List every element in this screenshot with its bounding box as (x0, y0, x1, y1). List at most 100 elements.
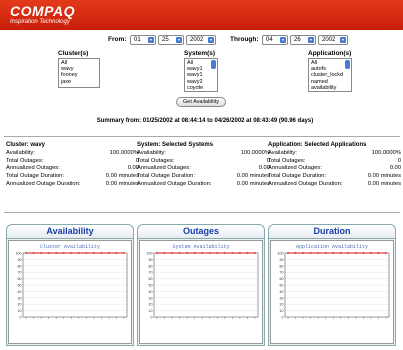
chevron-down-icon: ▾ (280, 37, 286, 43)
y-tick-label: 0 (20, 316, 22, 320)
y-tick-label: 60 (149, 277, 153, 281)
chevron-down-icon: ▾ (148, 37, 154, 43)
through-month-select[interactable]: 04 ▾ (262, 35, 288, 45)
stat-row: Total Outage Duration: 0.00 minutes (6, 173, 139, 180)
data-point (115, 252, 118, 254)
stats-title: System: Selected Systems (137, 142, 214, 148)
list-item[interactable]: jaxe (61, 79, 97, 85)
stat-row: Availability: 100.0000% (137, 150, 270, 156)
chevron-down-icon: ▾ (308, 37, 314, 43)
y-tick-label: 100 (16, 252, 22, 256)
header-banner: COMPAQ Inspiration Technology (0, 0, 403, 30)
tab-outages[interactable]: Outages (137, 224, 265, 238)
chevron-down-icon: ▾ (340, 37, 346, 43)
y-tick-label: 70 (18, 271, 22, 275)
cluster-label: Cluster(s) (58, 50, 89, 57)
divider (4, 136, 400, 137)
data-point (70, 252, 73, 254)
stat-row: Total Outages: 0 (137, 157, 270, 164)
through-year-select[interactable]: 2002 ▾ (318, 35, 348, 45)
data-point (254, 252, 256, 254)
list-item[interactable]: availability (311, 85, 349, 91)
data-point (123, 252, 125, 254)
y-tick-label: 20 (18, 303, 22, 307)
divider (4, 212, 400, 213)
y-tick-label: 30 (149, 296, 153, 300)
data-point (385, 252, 387, 254)
stat-row: Total Outages: 0 (6, 157, 139, 164)
y-tick-label: 10 (280, 309, 284, 313)
data-point (347, 252, 350, 254)
data-point (354, 252, 357, 254)
y-tick-label: 50 (149, 284, 153, 288)
application-listbox[interactable]: All autofs cluster_lockd named availabil… (308, 58, 352, 92)
stat-row: Total Outage Duration: 0.00 minutes (137, 173, 270, 180)
system-listbox[interactable]: All wavy1 wavy1 wavy2 coyote (184, 58, 218, 92)
y-tick-label: 30 (18, 296, 22, 300)
tab-availability[interactable]: Availability (6, 224, 134, 238)
data-point (287, 252, 289, 254)
data-point (40, 252, 42, 254)
stat-row: Total Outage Duration: 0.00 minutes (268, 173, 401, 180)
application-label: Application(s) (308, 50, 352, 57)
scrollbar[interactable] (345, 60, 350, 69)
y-tick-label: 50 (280, 284, 284, 288)
y-tick-label: 80 (149, 264, 153, 268)
stat-row: Annualized Outage Duration: 0.00 minutes (268, 180, 401, 187)
system-stats: System: Selected Systems Availability: 10… (137, 142, 270, 188)
y-tick-label: 0 (282, 316, 284, 320)
through-label: Through: (230, 36, 259, 43)
y-tick-label: 40 (18, 290, 22, 294)
stat-row: Annualized Outage Duration: 0.00 minutes (6, 180, 139, 187)
y-tick-label: 60 (18, 277, 22, 281)
data-point (25, 252, 27, 254)
data-point (324, 252, 327, 254)
stat-row: Annualized Outage Duration: 0.00 minutes (137, 180, 270, 187)
data-point (55, 252, 58, 254)
y-tick-label: 30 (280, 296, 284, 300)
data-point (216, 252, 219, 254)
y-tick-label: 90 (149, 258, 153, 262)
tab-duration[interactable]: Duration (268, 224, 396, 238)
scrollbar[interactable] (211, 60, 216, 69)
cluster-listbox[interactable]: All wavy fooney jaxe (58, 58, 100, 88)
y-tick-label: 90 (280, 258, 284, 262)
y-tick-label: 100 (278, 252, 284, 256)
data-point (201, 252, 204, 254)
chevron-down-icon: ▾ (176, 37, 182, 43)
brand-logo: COMPAQ (10, 3, 75, 19)
data-point (62, 252, 65, 254)
data-point (47, 252, 50, 254)
cluster-availability-chart: Cluster Availability 100 90 80 70 60 50 40 30 20 1… (8, 240, 132, 344)
y-tick-label: 70 (280, 271, 284, 275)
chart-title: System Availability (172, 244, 229, 250)
from-year-select[interactable]: 2002 ▾ (186, 35, 216, 45)
chart-svg: System Availability100908070605040302010… (147, 244, 259, 320)
data-point (163, 252, 166, 254)
data-point (156, 252, 158, 254)
chart-title: Application Availability (296, 244, 368, 250)
chart-svg: Application Availability1009080706050403… (278, 244, 390, 320)
data-point (309, 252, 312, 254)
data-point (246, 252, 249, 254)
get-availability-button[interactable]: Get Availability (176, 97, 226, 107)
y-tick-label: 40 (280, 290, 284, 294)
through-day-select[interactable]: 26 ▾ (290, 35, 316, 45)
from-label: From: (108, 36, 127, 43)
brand-tagline: Inspiration Technology (10, 19, 70, 25)
data-point (302, 252, 304, 254)
data-point (85, 252, 88, 254)
y-tick-label: 40 (149, 290, 153, 294)
list-item[interactable]: coyote (187, 85, 215, 91)
data-point (186, 252, 189, 254)
data-point (377, 252, 380, 254)
data-point (32, 252, 35, 254)
data-point (239, 252, 241, 254)
from-day-select[interactable]: 25 ▾ (158, 35, 184, 45)
stat-row: Availability: 100.0000% (268, 150, 401, 156)
chart-title: Cluster Availability (40, 244, 100, 250)
stat-row: Annualized Outages: 0.00 (137, 165, 270, 172)
data-point (171, 252, 173, 254)
stat-row: Annualized Outages: 0.00 (6, 165, 139, 172)
from-month-select[interactable]: 01 ▾ (130, 35, 156, 45)
